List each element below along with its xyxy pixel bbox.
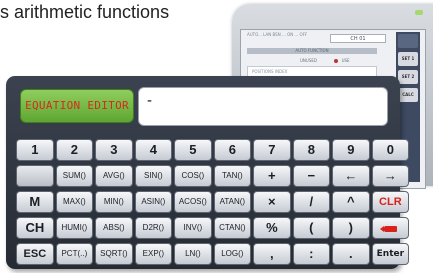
divide-key[interactable]: / <box>292 191 331 213</box>
humi-key[interactable]: HUMI() <box>55 217 94 239</box>
m-key[interactable]: M <box>16 191 54 213</box>
device-status-led <box>415 10 423 15</box>
enter-key[interactable]: Enter <box>371 243 410 265</box>
plus-key[interactable]: + <box>253 165 291 187</box>
tan-key[interactable]: TAN() <box>213 165 252 187</box>
radio-dot-icon <box>334 59 339 63</box>
pct-key[interactable]: PCT(..) <box>55 243 94 265</box>
comma-key[interactable]: , <box>253 243 291 265</box>
heading-text: s arithmetic functions <box>0 2 170 22</box>
blank-key[interactable] <box>16 165 54 187</box>
power-key[interactable]: ^ <box>332 191 370 213</box>
backspace-key[interactable] <box>371 217 410 239</box>
6-key[interactable]: 6 <box>213 139 252 161</box>
ch-key[interactable]: CH <box>16 217 54 239</box>
minus-key[interactable]: − <box>292 165 331 187</box>
8-key[interactable]: 8 <box>292 139 331 161</box>
inv-key[interactable]: INV() <box>174 217 212 239</box>
cursor-right-key[interactable]: → <box>371 165 410 187</box>
atan-key[interactable]: ATAN() <box>213 191 252 213</box>
sqrt-key[interactable]: SQRT() <box>95 243 133 265</box>
percent-key[interactable]: % <box>253 217 291 239</box>
dot-key[interactable]: . <box>332 243 370 265</box>
esc-key[interactable]: ESC <box>16 243 54 265</box>
close-paren-key[interactable]: ) <box>332 217 370 239</box>
device-side-button-top <box>398 34 418 48</box>
7-key[interactable]: 7 <box>253 139 291 161</box>
equation-input[interactable]: - <box>138 87 388 126</box>
equation-value: - <box>147 92 152 109</box>
4-key[interactable]: 4 <box>134 139 173 161</box>
backspace-icon <box>379 225 397 232</box>
open-paren-key[interactable]: ( <box>292 217 331 239</box>
device-options: UNUSED USE <box>300 58 350 63</box>
abs-key[interactable]: ABS() <box>95 217 133 239</box>
multiply-key[interactable]: × <box>253 191 291 213</box>
device-opt-unused: UNUSED <box>300 58 317 63</box>
asin-key[interactable]: ASIN() <box>134 191 173 213</box>
sin-key[interactable]: SIN() <box>134 165 173 187</box>
sum-key[interactable]: SUM() <box>55 165 94 187</box>
cursor-left-key[interactable]: ← <box>332 165 370 187</box>
device-opt-use: USE <box>341 58 350 63</box>
acos-key[interactable]: ACOS() <box>174 191 212 213</box>
device-header-text: AUTO... LAN BSN ... ON ... OFF <box>247 32 308 37</box>
clr-key[interactable]: CLR <box>371 191 410 213</box>
equation-editor-label: EQUATION EDITOR <box>20 89 134 123</box>
5-key[interactable]: 5 <box>174 139 212 161</box>
max-key[interactable]: MAX() <box>55 191 94 213</box>
min-key[interactable]: MIN() <box>95 191 133 213</box>
avg-key[interactable]: AVG() <box>95 165 133 187</box>
d2r-key[interactable]: D2R() <box>134 217 173 239</box>
2-key[interactable]: 2 <box>55 139 94 161</box>
cos-key[interactable]: COS() <box>174 165 212 187</box>
ln-key[interactable]: LN() <box>174 243 212 265</box>
exp-key[interactable]: EXP() <box>134 243 173 265</box>
device-side-button-calc: CALC <box>398 88 418 102</box>
device-side-button-set1: SET 1 <box>398 52 418 66</box>
screenshot-stage: s arithmetic functions AUTO... LAN BSN .… <box>0 0 433 273</box>
device-channel-select: CH 01 <box>330 34 386 43</box>
3-key[interactable]: 3 <box>95 139 133 161</box>
device-side-button-set2: SET 2 <box>398 70 418 84</box>
log-key[interactable]: LOG() <box>213 243 252 265</box>
0-key[interactable]: 0 <box>371 139 410 161</box>
ctan-key[interactable]: CTAN() <box>213 217 252 239</box>
9-key[interactable]: 9 <box>332 139 370 161</box>
1-key[interactable]: 1 <box>16 139 54 161</box>
colon-key[interactable]: : <box>292 243 331 265</box>
device-function-bar: AUTO FUNCTION <box>247 48 377 54</box>
